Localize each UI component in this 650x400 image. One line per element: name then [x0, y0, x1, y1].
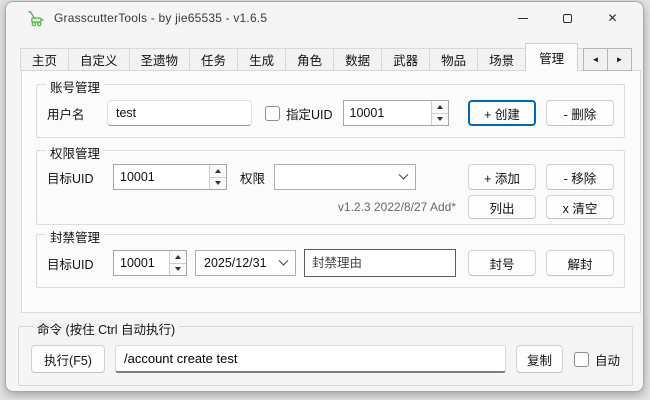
- tab-scroll-left-button[interactable]: ◄: [583, 48, 608, 71]
- ban-target-uid-label: 目标UID: [47, 254, 105, 273]
- tab-scroll-buttons: ◄ ►: [584, 48, 632, 71]
- clear-permission-button[interactable]: x 清空: [546, 195, 614, 219]
- chevron-down-icon: [279, 255, 289, 265]
- copy-command-button[interactable]: 复制: [516, 345, 563, 373]
- close-button[interactable]: ✕: [590, 2, 635, 34]
- permission-combobox[interactable]: [274, 164, 416, 190]
- tab-item[interactable]: 主页: [20, 48, 69, 71]
- ban-uid-spinner[interactable]: [113, 250, 187, 276]
- tab-item[interactable]: 管理: [525, 43, 578, 71]
- spin-down-icon[interactable]: [170, 264, 186, 276]
- spinner-arrows: [209, 165, 226, 189]
- minimize-button[interactable]: [500, 2, 545, 34]
- maximize-button[interactable]: [545, 2, 590, 34]
- specify-uid-checkbox[interactable]: [265, 106, 280, 121]
- command-input[interactable]: [115, 345, 506, 373]
- account-uid-spinner[interactable]: [343, 100, 449, 126]
- tab-item[interactable]: 自定义: [68, 48, 130, 71]
- command-row: 执行(F5) 复制 自动: [19, 345, 632, 373]
- perm-uid-input[interactable]: [114, 165, 209, 189]
- account-group-title: 账号管理: [46, 77, 104, 96]
- permission-version-note: v1.2.3 2022/8/27 Add*: [338, 200, 456, 214]
- spinner-arrows: [169, 251, 186, 275]
- specify-uid-label: 指定UID: [286, 104, 333, 123]
- perm-label: 权限: [240, 168, 265, 187]
- ban-date-value: 2025/12/31: [204, 256, 267, 270]
- command-group: 命令 (按住 Ctrl 自动执行) 执行(F5) 复制 自动: [18, 326, 633, 386]
- list-permission-button[interactable]: 列出: [468, 195, 536, 219]
- tab-bar: 主页自定义圣遗物任务生成角色数据武器物品场景管理关于: [21, 46, 626, 71]
- username-label: 用户名: [47, 104, 99, 123]
- username-input[interactable]: [107, 100, 252, 126]
- spin-up-icon[interactable]: [170, 251, 186, 264]
- tab-item[interactable]: 任务: [189, 48, 238, 71]
- perm-target-uid-label: 目标UID: [47, 168, 105, 187]
- ban-group: 封禁管理 目标UID 2025/12/31 封号 解封: [36, 234, 625, 288]
- app-window: GrasscutterTools - by jie65535 - v1.6.5 …: [5, 1, 644, 392]
- tab-item[interactable]: 生成: [237, 48, 286, 71]
- ban-group-title: 封禁管理: [46, 227, 104, 246]
- close-icon: ✕: [607, 12, 617, 24]
- spin-up-icon[interactable]: [210, 165, 226, 178]
- right-arrow-icon: ►: [616, 55, 624, 64]
- maximize-icon: [563, 14, 572, 23]
- spin-down-icon[interactable]: [432, 114, 448, 126]
- account-uid-input[interactable]: [344, 101, 431, 125]
- ban-button[interactable]: 封号: [468, 250, 536, 276]
- unban-button[interactable]: 解封: [546, 250, 614, 276]
- perm-uid-spinner[interactable]: [113, 164, 227, 190]
- spinner-arrows: [431, 101, 448, 125]
- minimize-icon: [518, 18, 528, 19]
- window-title: GrasscutterTools - by jie65535 - v1.6.5: [54, 11, 267, 25]
- auto-execute-checkbox[interactable]: [574, 352, 589, 367]
- tab-item[interactable]: 圣遗物: [129, 48, 191, 71]
- tab-item[interactable]: 武器: [381, 48, 430, 71]
- account-group: 账号管理 用户名 指定UID + 创建 - 删除: [36, 84, 625, 138]
- command-group-title: 命令 (按住 Ctrl 自动执行): [33, 319, 179, 338]
- management-tab-page: 账号管理 用户名 指定UID + 创建 - 删除 权限管: [21, 70, 641, 313]
- delete-account-button[interactable]: - 删除: [546, 100, 614, 126]
- tab-item[interactable]: 场景: [477, 48, 526, 71]
- run-command-button[interactable]: 执行(F5): [31, 345, 105, 373]
- spin-down-icon[interactable]: [210, 178, 226, 190]
- left-arrow-icon: ◄: [592, 55, 600, 64]
- ban-reason-input[interactable]: [304, 249, 456, 277]
- permission-group-title: 权限管理: [46, 143, 104, 162]
- title-bar: GrasscutterTools - by jie65535 - v1.6.5 …: [6, 2, 643, 34]
- tab-item[interactable]: 数据: [333, 48, 382, 71]
- remove-permission-button[interactable]: - 移除: [546, 164, 614, 190]
- grasscutter-mower-icon: [26, 9, 45, 28]
- create-account-button[interactable]: + 创建: [468, 100, 536, 126]
- permission-group: 权限管理 目标UID 权限 + 添加 - 移除: [36, 150, 625, 225]
- tab-item[interactable]: 角色: [285, 48, 334, 71]
- chevron-down-icon: [399, 169, 409, 179]
- add-permission-button[interactable]: + 添加: [468, 164, 536, 190]
- ban-uid-input[interactable]: [114, 251, 169, 275]
- tab-item[interactable]: 物品: [429, 48, 478, 71]
- auto-execute-label: 自动: [595, 350, 620, 369]
- spin-up-icon[interactable]: [432, 101, 448, 114]
- tab-scroll-right-button[interactable]: ►: [607, 48, 632, 71]
- ban-date-picker[interactable]: 2025/12/31: [195, 250, 296, 276]
